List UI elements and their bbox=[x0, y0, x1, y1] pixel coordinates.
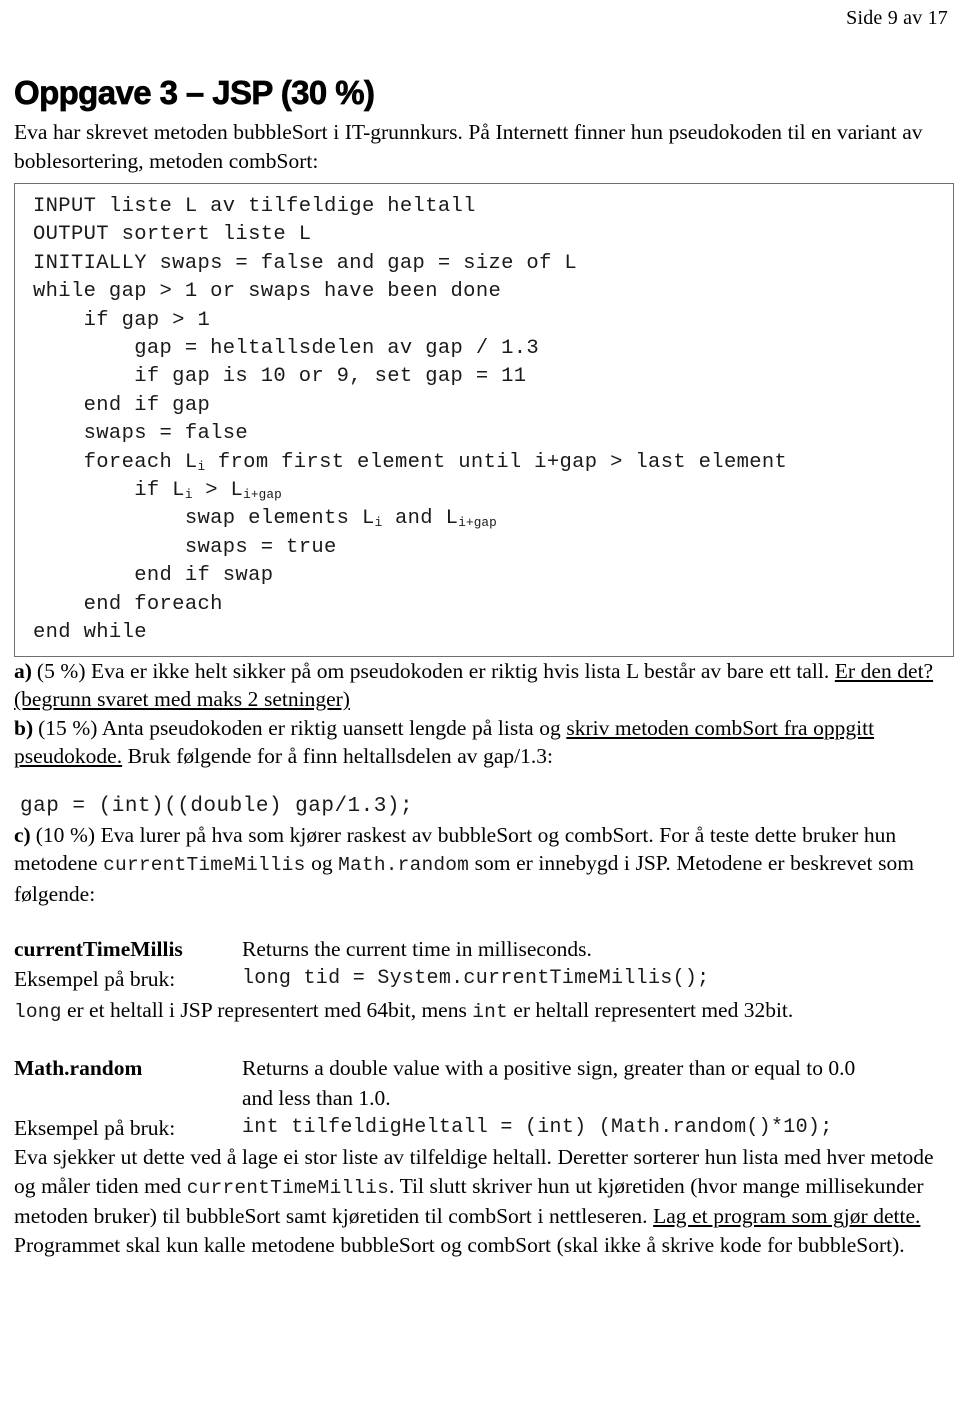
document-page: Side 9 av 17 Oppgave 3 – JSP (30 %) Eva … bbox=[0, 0, 960, 1416]
closing-paragraph: Eva sjekker ut dette ved å lage ei stor … bbox=[14, 1143, 948, 1259]
pseudocode-line-sub: foreach Li from first element until i+ga… bbox=[33, 450, 788, 474]
closing-underlined-text: Lag et program som gjør dette. bbox=[653, 1204, 921, 1228]
item-c-text-2: og bbox=[305, 851, 339, 875]
task-intro-paragraph: Eva har skrevet metoden bubbleSort i IT-… bbox=[14, 120, 923, 173]
pseudocode-line: INPUT liste L av tilfeldige heltall bbox=[33, 195, 476, 218]
pseudocode-line-sub: swap elements Li and Li+gap bbox=[33, 507, 497, 531]
item-a-text: Eva er ikke helt sikker på om pseudokode… bbox=[85, 658, 835, 683]
method-name-row: currentTimeMillis Returns the current ti… bbox=[14, 934, 948, 964]
item-b-percent: (15 %) bbox=[38, 715, 98, 740]
item-a-percent: (5 %) bbox=[36, 658, 86, 683]
pseudocode-line-sub: if Li > Li+gap bbox=[33, 479, 282, 503]
pseudocode-line: if gap is 10 or 9, set gap = 11 bbox=[33, 365, 527, 389]
document-content: Oppgave 3 – JSP (30 %) Eva har skrevet m… bbox=[14, 74, 954, 1259]
method-example-row: Eksempel på bruk: int tilfeldigHeltall =… bbox=[14, 1113, 948, 1143]
item-b-text-1: Anta pseudokoden er riktig uansett lengd… bbox=[97, 715, 567, 740]
pseudocode-box: INPUT liste L av tilfeldige heltall OUTP… bbox=[14, 183, 954, 657]
closing-inline-code: currentTimeMillis bbox=[186, 1176, 390, 1199]
pseudocode-line: end if gap bbox=[33, 393, 211, 417]
pseudocode-line: swaps = true bbox=[33, 535, 337, 559]
page-title: Oppgave 3 – JSP (30 %) bbox=[14, 74, 376, 112]
inline-code-int: int bbox=[472, 1001, 508, 1023]
method-description: Returns a double value with a positive s… bbox=[242, 1056, 856, 1080]
task-item-b: b) (15 %) Anta pseudokoden er riktig uans… bbox=[14, 714, 948, 771]
item-b-lead: b) bbox=[14, 715, 34, 740]
pseudocode-line: OUTPUT sortert liste L bbox=[33, 223, 312, 247]
method-name: Math.random bbox=[14, 1056, 143, 1080]
inline-code-long: long bbox=[14, 1001, 62, 1023]
method-example-code: int tilfeldigHeltall = (int) (Math.rando… bbox=[242, 1116, 833, 1139]
item-b-text-2: Bruk følgende for å finn heltallsdelen a… bbox=[122, 744, 553, 768]
method-description: Returns the current time in milliseconds… bbox=[242, 937, 592, 961]
closing-text-3: Programmet skal kun kalle metodene bubbl… bbox=[14, 1232, 905, 1257]
pseudocode-line: end while bbox=[33, 621, 147, 645]
type-note-text-2: er heltall representert med 32bit. bbox=[507, 998, 794, 1022]
pseudocode-line: swaps = false bbox=[33, 422, 249, 446]
item-c-inline-code-1: currentTimeMillis bbox=[103, 854, 306, 876]
type-note-text-1: er et heltall i JSP representert med 64b… bbox=[61, 998, 473, 1022]
pseudocode-line: while gap > 1 or swaps have been done bbox=[33, 280, 502, 304]
method-example-label: Eksempel på bruk: bbox=[14, 1116, 176, 1140]
page-number-header: Side 9 av 17 bbox=[846, 7, 948, 29]
item-a-lead: a) bbox=[14, 658, 32, 683]
pseudocode-line: if gap > 1 bbox=[33, 308, 211, 332]
method-name-row: Math.random Returns a double value with … bbox=[14, 1053, 948, 1083]
pseudocode-line: end if swap bbox=[33, 564, 274, 588]
item-c-inline-code-2: Math.random bbox=[338, 854, 470, 876]
method-block-math-random: Math.random Returns a double value with … bbox=[14, 1053, 948, 1143]
task-item-c: c) (10 %) Eva lurer på hva som kjører ras… bbox=[14, 821, 948, 909]
method-name: currentTimeMillis bbox=[14, 937, 183, 961]
type-note-line: long er et heltall i JSP representert me… bbox=[14, 995, 948, 1027]
pseudocode-line: gap = heltallsdelen av gap / 1.3 bbox=[33, 337, 540, 361]
method-example-label: Eksempel på bruk: bbox=[14, 967, 176, 991]
item-c-percent: (10 %) bbox=[35, 822, 96, 847]
method-block-current-time-millis: currentTimeMillis Returns the current ti… bbox=[14, 934, 948, 1027]
item-c-lead: c) bbox=[14, 822, 31, 847]
item-b-code-snippet: gap = (int)((double) gap/1.3); bbox=[20, 794, 414, 818]
pseudocode-line: end foreach bbox=[33, 592, 223, 616]
pseudocode-line: INITIALLY swaps = false and gap = size o… bbox=[33, 251, 578, 275]
task-item-a: a) (5 %) Eva er ikke helt sikker på om ps… bbox=[14, 657, 948, 714]
method-description-line-2: and less than 1.0. bbox=[242, 1086, 391, 1110]
method-example-code: long tid = System.currentTimeMillis(); bbox=[242, 967, 710, 990]
method-example-row: Eksempel på bruk: long tid = System.curr… bbox=[14, 964, 948, 994]
